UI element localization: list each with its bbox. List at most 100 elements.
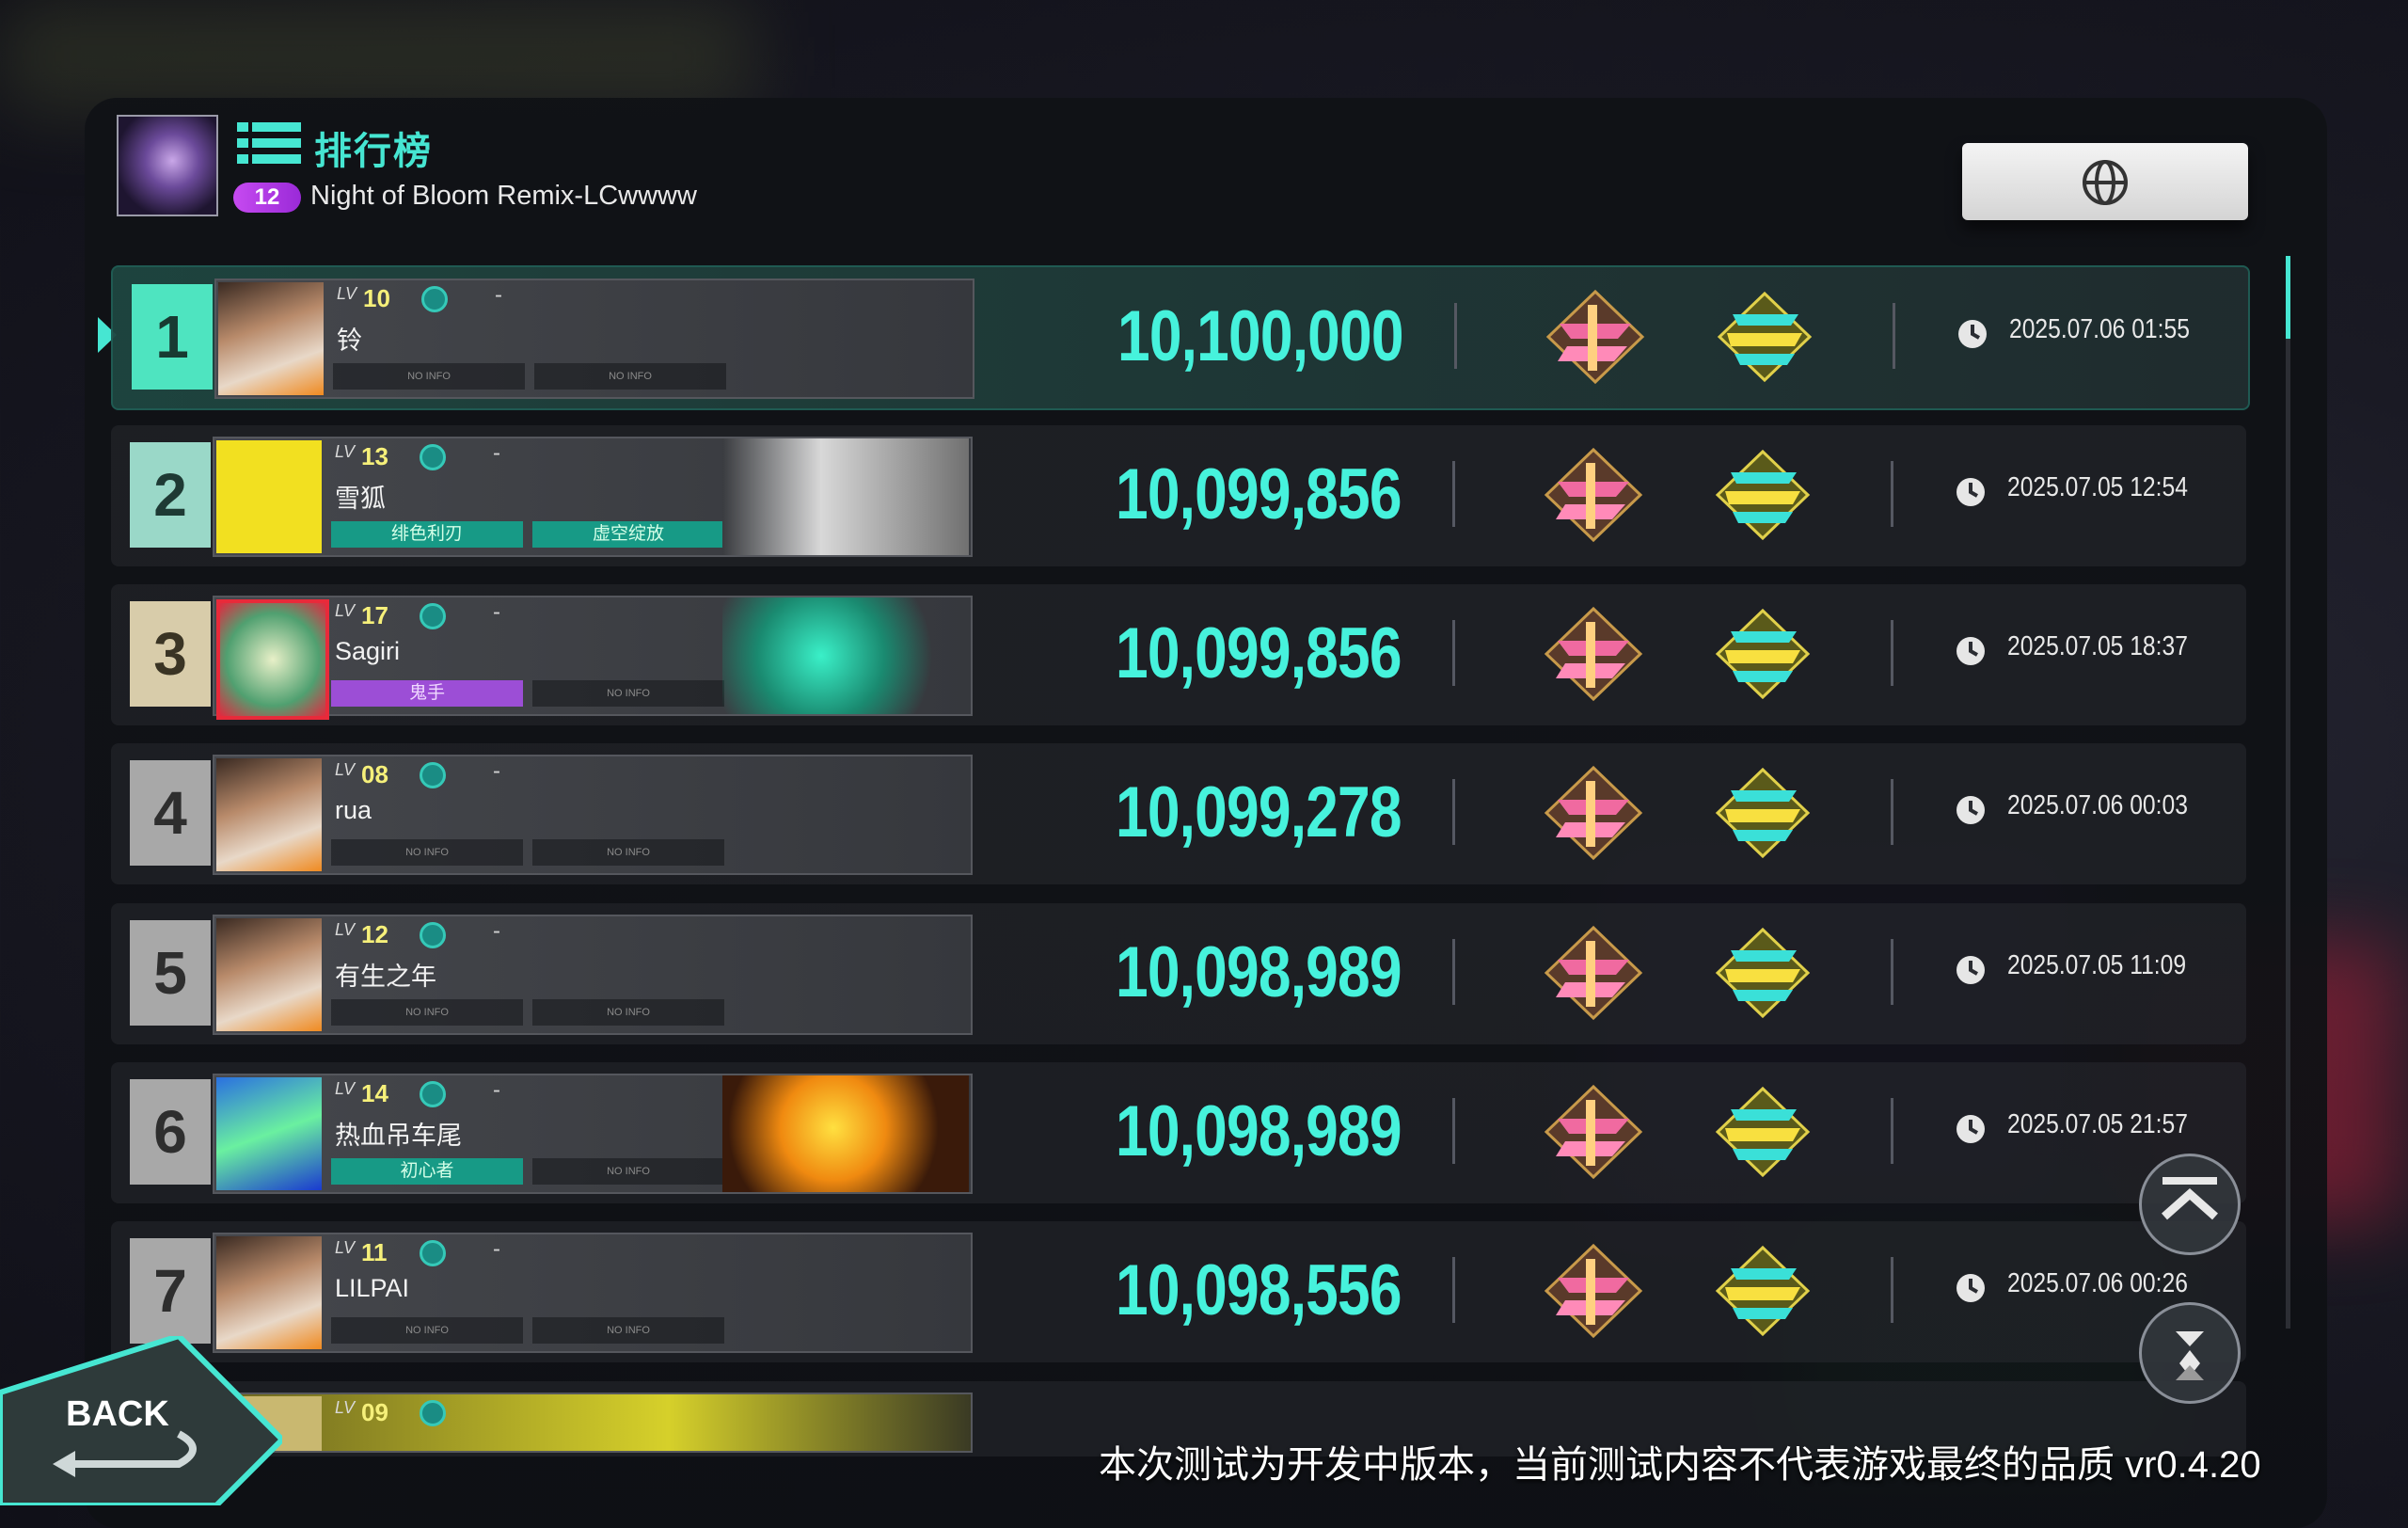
card-decoration — [722, 756, 969, 873]
clear-rank-badge-icon — [1544, 1084, 1643, 1180]
locate-me-button[interactable] — [2139, 1302, 2241, 1404]
badge-icon — [420, 922, 446, 948]
clock-icon — [1956, 1115, 1985, 1143]
player-tag: NO INFO — [534, 363, 726, 390]
player-tag: NO INFO — [532, 680, 724, 707]
player-tag: NO INFO — [532, 1317, 724, 1344]
badge-icon — [420, 444, 446, 470]
avatar — [216, 1236, 322, 1349]
clock-icon — [1956, 796, 1985, 824]
player-tag: 绯色利刃 — [331, 521, 523, 548]
player-tag: NO INFO — [333, 363, 525, 390]
player-tag: NO INFO — [532, 1158, 724, 1185]
table-row[interactable]: 2 LV 13 - 雪狐 绯色利刃 虚空绽放 10,099,856 2025.0… — [111, 425, 2246, 566]
card-decoration — [722, 597, 969, 714]
table-row[interactable]: 1 LV 10 - 铃 NO INFO NO INFO 10,100,000 2… — [111, 265, 2250, 410]
player-title-placeholder: - — [493, 918, 500, 944]
player-card[interactable]: LV 12 - 有生之年 NO INFO NO INFO — [213, 915, 973, 1035]
player-name: 雪狐 — [335, 485, 386, 513]
player-card[interactable]: LV 17 - Sagiri 鬼手 NO INFO — [213, 596, 973, 720]
clock-icon — [1956, 956, 1985, 984]
rank-number: 6 — [130, 1079, 211, 1185]
divider — [1891, 461, 1893, 527]
player-card[interactable]: LV 14 - 热血吊车尾 初心者 NO INFO — [213, 1074, 973, 1194]
divider — [1454, 303, 1457, 369]
card-decoration — [722, 916, 969, 1033]
divider — [1452, 939, 1455, 1005]
table-row[interactable]: 4 LV 08 - rua NO INFO NO INFO 10,099,278 — [111, 743, 2246, 884]
level-label: LV — [335, 760, 356, 779]
table-row[interactable]: 6 LV 14 - 热血吊车尾 初心者 NO INFO 10,098,989 2… — [111, 1062, 2246, 1203]
player-tag: NO INFO — [532, 999, 724, 1026]
player-title-placeholder: - — [493, 440, 500, 466]
clear-rank-badge-icon — [1544, 1243, 1643, 1339]
rank-number: 1 — [132, 284, 213, 390]
table-row[interactable]: 3 LV 17 - Sagiri 鬼手 NO INFO 10,099,856 2… — [111, 584, 2246, 725]
divider — [1891, 1098, 1893, 1164]
player-card: LV 09 — [213, 1393, 973, 1453]
full-combo-badge-icon — [1715, 608, 1811, 700]
card-decoration — [722, 1234, 969, 1351]
divider — [1891, 939, 1893, 1005]
background-glow — [0, 0, 752, 113]
player-card[interactable]: LV 08 - rua NO INFO NO INFO — [213, 755, 973, 875]
player-tag: NO INFO — [331, 999, 523, 1026]
player-tag: 虚空绽放 — [532, 521, 724, 548]
player-title-placeholder: - — [493, 1236, 500, 1262]
full-combo-badge-icon — [1715, 1245, 1811, 1337]
badge-icon — [420, 1400, 446, 1426]
level-label: LV — [335, 1398, 356, 1417]
player-card[interactable]: LV 10 - 铃 NO INFO NO INFO — [214, 279, 974, 399]
scroll-to-top-button[interactable] — [2139, 1154, 2241, 1255]
level-label: LV — [335, 601, 356, 620]
player-tag: 初心者 — [331, 1158, 523, 1185]
score: 10,098,556 — [1116, 1250, 1402, 1330]
divider — [1452, 1098, 1455, 1164]
avatar — [218, 282, 324, 395]
level-label: LV — [335, 920, 356, 939]
avatar — [216, 440, 322, 553]
avatar — [216, 599, 329, 720]
avatar — [216, 758, 322, 871]
table-row[interactable]: 5 LV 12 - 有生之年 NO INFO NO INFO 10,098,98… — [111, 903, 2246, 1044]
rank-number: 5 — [130, 920, 211, 1026]
difficulty-level-badge: 12 — [233, 183, 301, 213]
player-name: Sagiri — [335, 637, 401, 665]
player-name: 有生之年 — [335, 963, 436, 991]
scrollbar-thumb[interactable] — [2286, 256, 2290, 339]
record-datetime: 2025.07.05 11:09 — [2007, 950, 2187, 980]
badge-icon — [420, 1081, 446, 1107]
leaderboard-header: 排行榜 12 Night of Bloom Remix-LCwwww — [117, 115, 2261, 218]
player-title-placeholder: - — [493, 758, 500, 784]
clock-icon — [1956, 1274, 1985, 1302]
divider — [1452, 461, 1455, 527]
divider — [1891, 1257, 1893, 1323]
player-level: 11 — [361, 1238, 388, 1266]
clock-icon — [1956, 478, 1985, 506]
rank-number: 2 — [130, 442, 211, 548]
divider — [1452, 1257, 1455, 1323]
player-tag: 鬼手 — [331, 680, 523, 707]
back-button[interactable]: BACK — [0, 1332, 287, 1508]
locate-me-icon — [2176, 1331, 2204, 1380]
badge-icon — [420, 603, 446, 629]
region-toggle-button[interactable] — [1962, 143, 2248, 220]
test-version-notice: 本次测试为开发中版本，当前测试内容不代表游戏最终的品质 vr0.4.20 — [1099, 1444, 2261, 1486]
player-card[interactable]: LV 11 - LILPAI NO INFO NO INFO — [213, 1233, 973, 1353]
badge-icon — [420, 1240, 446, 1266]
player-name: LILPAI — [335, 1274, 410, 1302]
rank-number: 4 — [130, 760, 211, 866]
clear-rank-badge-icon — [1544, 447, 1643, 543]
card-decoration — [722, 1075, 969, 1192]
full-combo-badge-icon — [1717, 291, 1813, 383]
player-level: 14 — [361, 1079, 388, 1107]
player-title-placeholder: - — [495, 282, 502, 308]
page-title: 排行榜 — [314, 131, 433, 172]
player-level: 17 — [361, 601, 388, 629]
table-row[interactable]: 7 LV 11 - LILPAI NO INFO NO INFO 10,098,… — [111, 1221, 2246, 1362]
song-jacket — [117, 115, 218, 216]
player-card[interactable]: LV 13 - 雪狐 绯色利刃 虚空绽放 — [213, 437, 973, 557]
full-combo-badge-icon — [1715, 927, 1811, 1019]
player-title-placeholder: - — [493, 599, 500, 625]
scrollbar-track[interactable] — [2286, 256, 2290, 1329]
